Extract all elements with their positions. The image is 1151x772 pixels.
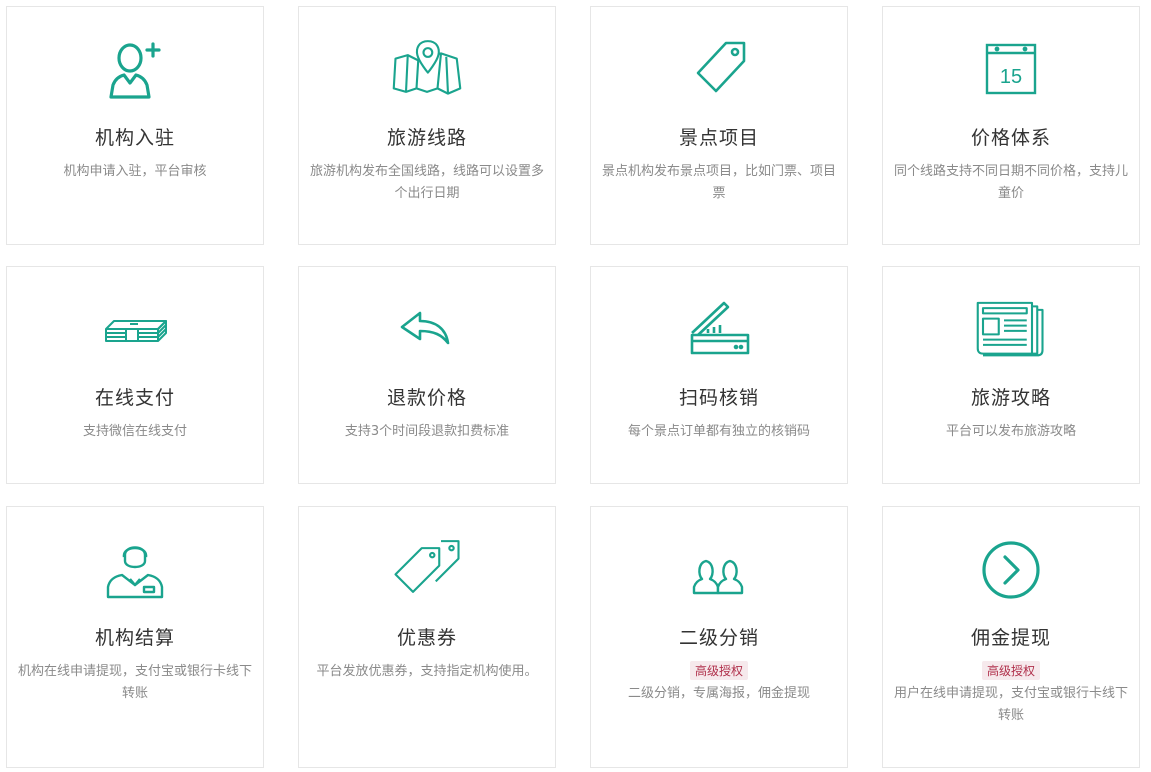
feature-card-8[interactable]: 旅游攻略 平台可以发布旅游攻略	[882, 266, 1140, 484]
feature-card-5[interactable]: 在线支付 支持微信在线支付	[6, 266, 264, 484]
premium-badge: 高级授权	[689, 661, 749, 680]
card-description: 平台发放优惠券，支持指定机构使用。	[316, 664, 538, 679]
calendar-icon: 15	[976, 35, 1046, 105]
card-title: 机构结算	[94, 627, 175, 649]
card-title: 佣金提现	[970, 627, 1051, 649]
user-add-icon	[100, 35, 170, 105]
card-title: 机构入驻	[94, 127, 175, 149]
feature-card-7[interactable]: 扫码核销 每个景点订单都有独立的核销码	[590, 266, 848, 484]
card-title: 景点项目	[678, 127, 759, 149]
tags-icon	[392, 535, 462, 605]
reply-arrow-icon	[392, 295, 462, 365]
calendar-day: 15	[1000, 66, 1022, 88]
feature-card-11[interactable]: 二级分销 高级授权 二级分销，专属海报，佣金提现	[590, 506, 848, 768]
card-title: 退款价格	[386, 387, 467, 409]
card-description: 同个线路支持不同日期不同价格，支持儿童价	[893, 164, 1128, 201]
map-pin-icon	[392, 35, 462, 105]
feature-card-9[interactable]: 机构结算 机构在线申请提现，支付宝或银行卡线下转账	[6, 506, 264, 768]
cash-icon	[100, 295, 170, 365]
card-title: 旅游线路	[386, 127, 467, 149]
feature-card-1[interactable]: 机构入驻 机构申请入驻，平台审核	[6, 6, 264, 245]
feature-card-3[interactable]: 景点项目 景点机构发布景点项目，比如门票、项目票	[590, 6, 848, 245]
scanner-icon	[684, 295, 754, 365]
staff-icon	[100, 535, 170, 605]
premium-badge: 高级授权	[981, 661, 1041, 680]
card-description: 机构申请入驻，平台审核	[63, 164, 207, 179]
newspaper-icon	[976, 295, 1046, 365]
card-description: 支持微信在线支付	[82, 424, 187, 439]
feature-card-4[interactable]: 15 价格体系 同个线路支持不同日期不同价格，支持儿童价	[882, 6, 1140, 245]
card-description: 平台可以发布旅游攻略	[945, 424, 1076, 439]
card-title: 旅游攻略	[970, 387, 1051, 409]
users-icon	[684, 535, 754, 605]
chevron-circle-icon	[976, 535, 1046, 605]
card-description: 二级分销，专属海报，佣金提现	[627, 686, 810, 701]
card-title: 价格体系	[970, 127, 1051, 149]
card-description: 景点机构发布景点项目，比如门票、项目票	[601, 164, 836, 201]
feature-card-10[interactable]: 优惠券 平台发放优惠券，支持指定机构使用。	[298, 506, 556, 768]
card-description: 旅游机构发布全国线路，线路可以设置多个出行日期	[309, 164, 544, 201]
card-description: 支持3个时间段退款扣费标准	[344, 424, 510, 439]
tag-icon	[684, 35, 754, 105]
feature-card-6[interactable]: 退款价格 支持3个时间段退款扣费标准	[298, 266, 556, 484]
card-title: 扫码核销	[678, 387, 759, 409]
card-title: 在线支付	[94, 387, 175, 409]
card-description: 每个景点订单都有独立的核销码	[627, 424, 810, 439]
card-title: 二级分销	[678, 627, 759, 649]
card-description: 用户在线申请提现，支付宝或银行卡线下转账	[893, 686, 1128, 723]
feature-card-12[interactable]: 佣金提现 高级授权 用户在线申请提现，支付宝或银行卡线下转账	[882, 506, 1140, 768]
card-description: 机构在线申请提现，支付宝或银行卡线下转账	[17, 664, 252, 701]
card-title: 优惠券	[396, 627, 457, 649]
feature-card-2[interactable]: 旅游线路 旅游机构发布全国线路，线路可以设置多个出行日期	[298, 6, 556, 245]
